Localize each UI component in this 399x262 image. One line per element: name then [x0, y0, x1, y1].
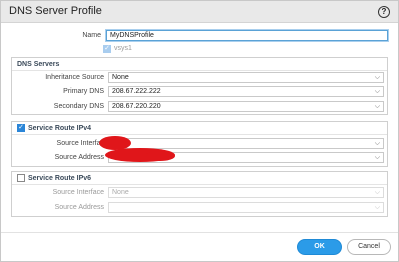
inheritance-source-select[interactable]: None ⌵	[108, 72, 384, 83]
name-input[interactable]: MyDNSProfile	[106, 30, 388, 41]
cancel-button[interactable]: Cancel	[347, 239, 391, 255]
chevron-down-icon: ⌵	[374, 189, 380, 196]
ipv6-source-interface-label: Source Interface	[52, 189, 104, 196]
primary-dns-input[interactable]: 208.67.222.222 ⌵	[108, 86, 384, 97]
chevron-down-icon: ⌵	[374, 204, 380, 211]
redaction-mark	[145, 151, 175, 161]
secondary-dns-value: 208.67.220.220	[112, 103, 161, 110]
service-route-ipv4-title: Service Route IPv4	[28, 125, 92, 132]
ipv6-source-address-select[interactable]: ⌵	[108, 202, 384, 213]
service-route-ipv4-header: Service Route IPv4	[12, 122, 387, 135]
ipv6-source-interface-select[interactable]: None ⌵	[108, 187, 384, 198]
service-route-ipv6-checkbox[interactable]	[17, 174, 25, 182]
inheritance-source-label: Inheritance Source	[45, 74, 104, 81]
vsys-label: vsys1	[114, 45, 132, 52]
service-route-ipv6-header: Service Route IPv6	[12, 172, 387, 185]
ok-button[interactable]: OK	[297, 239, 342, 255]
chevron-down-icon: ⌵	[374, 103, 380, 110]
chevron-down-icon: ⌵	[374, 88, 380, 95]
dns-servers-header: DNS Servers	[12, 58, 387, 71]
dialog-titlebar: DNS Server Profile ?	[1, 1, 398, 23]
dns-server-profile-dialog: DNS Server Profile ? Name MyDNSProfile ✓…	[0, 0, 399, 262]
chevron-down-icon: ⌵	[374, 140, 380, 147]
service-route-ipv6-title: Service Route IPv6	[28, 175, 92, 182]
service-route-ipv4-checkbox[interactable]: ✓	[17, 124, 25, 132]
chevron-down-icon: ⌵	[374, 74, 380, 81]
chevron-down-icon: ⌵	[374, 154, 380, 161]
vsys-checkbox[interactable]: ✓	[103, 45, 111, 53]
ipv6-source-interface-value: None	[112, 189, 129, 196]
primary-dns-label: Primary DNS	[63, 88, 104, 95]
primary-dns-value: 208.67.222.222	[112, 88, 161, 95]
inheritance-source-value: None	[112, 74, 129, 81]
secondary-dns-input[interactable]: 208.67.220.220 ⌵	[108, 101, 384, 112]
dialog-title: DNS Server Profile	[9, 5, 102, 17]
help-icon[interactable]: ?	[378, 6, 390, 18]
name-label: Name	[82, 32, 101, 39]
secondary-dns-label: Secondary DNS	[53, 103, 104, 110]
dns-servers-title: DNS Servers	[17, 61, 60, 68]
ipv6-source-address-label: Source Address	[54, 204, 104, 211]
footer-divider	[1, 232, 398, 233]
ipv4-source-interface-label: Source Interfac	[56, 140, 104, 147]
ipv4-source-address-label: Source Address	[54, 154, 104, 161]
